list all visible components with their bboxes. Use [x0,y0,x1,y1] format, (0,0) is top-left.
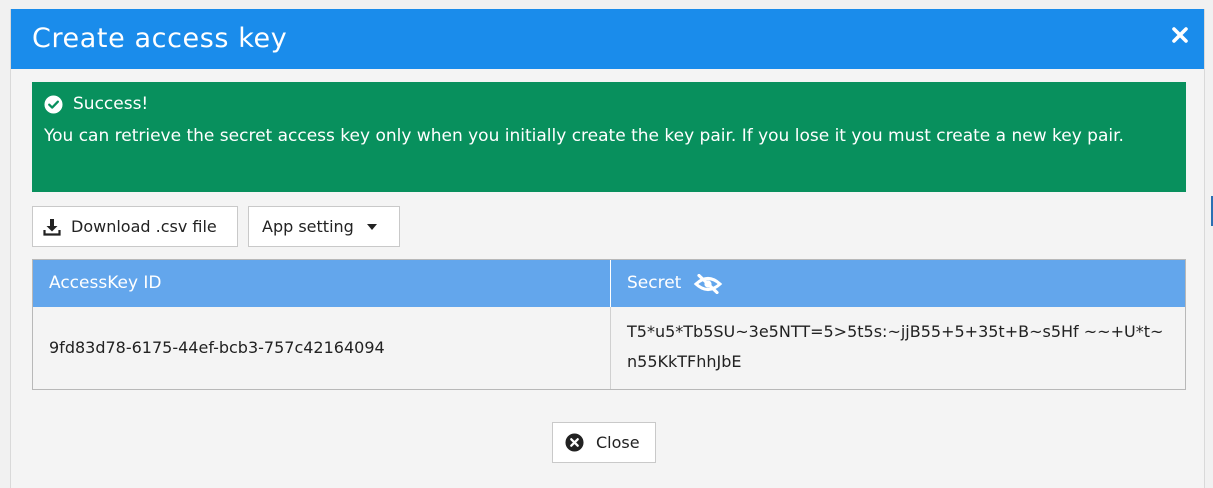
column-header-secret: Secret [611,260,1185,307]
download-csv-label: Download .csv file [71,217,217,236]
alert-title-row: Success! [44,93,1174,115]
download-icon [43,218,61,236]
download-csv-button[interactable]: Download .csv file [32,206,238,247]
secret-cell: T5*u5*Tb5SU~3e5NTT=5>5t5s:~jjB55+5+35t+B… [627,322,1164,371]
close-x-icon[interactable] [1168,23,1192,47]
close-button-label: Close [596,433,640,452]
column-header-access-key-id: AccessKey ID [33,260,611,307]
alert-message: You can retrieve the secret access key o… [44,126,1124,146]
caret-down-icon [366,223,377,230]
alert-title: Success! [73,94,149,114]
access-key-id-cell: 9fd83d78-6175-44ef-bcb3-757c42164094 [33,307,611,389]
app-setting-label: App setting [262,217,354,236]
access-keys-table: AccessKey ID Secret 9fd83d78-6175-44ef-b… [32,259,1186,390]
dialog-header: Create access key [11,9,1204,69]
column-header-secret-label: Secret [627,273,682,293]
dialog-title: Create access key [32,23,288,54]
table-row: 9fd83d78-6175-44ef-bcb3-757c42164094 T5*… [33,307,1185,389]
check-circle-icon [44,94,63,114]
close-button[interactable]: Close [552,422,656,463]
eye-slash-icon[interactable] [693,273,723,294]
times-circle-icon [565,433,584,452]
app-setting-dropdown[interactable]: App setting [248,206,400,247]
table-header: AccessKey ID Secret [33,260,1185,307]
success-alert: Success! You can retrieve the secret acc… [32,82,1186,192]
create-access-key-dialog: Create access key Success! You can retri… [10,9,1205,488]
